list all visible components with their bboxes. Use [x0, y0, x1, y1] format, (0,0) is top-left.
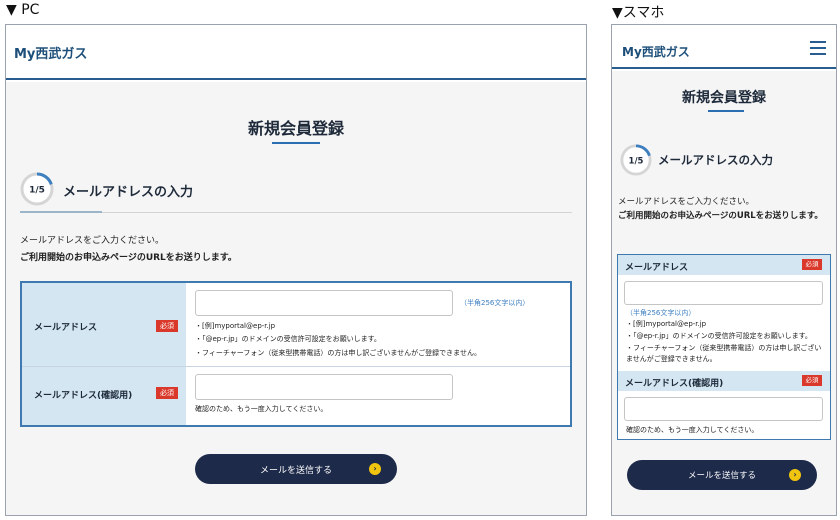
title-underline — [272, 142, 320, 144]
registration-form: メールアドレス 必須 （半角256文字以内） ・[例]myportal@ep-r… — [20, 281, 572, 427]
email-label: メールアドレス — [625, 263, 689, 273]
intro-text: メールアドレスをご入力ください。 ご利用開始のお申込みページのURLをお送りしま… — [618, 195, 832, 223]
site-header: My西武ガス — [612, 25, 836, 69]
required-badge: 必須 — [802, 375, 822, 386]
main-content: 新規会員登録 1/5 メールアドレスの入力 メールアドレスをご入力ください。 ご… — [612, 71, 836, 515]
pc-view-label: ▼ PC — [6, 2, 40, 18]
intro-text: メールアドレスをご入力ください。 ご利用開始のお申込みページのURLをお送りしま… — [20, 233, 237, 267]
intro-line-2: ご利用開始のお申込みページのURLをお送りします。 — [618, 211, 823, 221]
email-note-featurephone: ・フィーチャーフォン（従来型携帯電話）の方は申し訳ございませんがご登録できません… — [626, 344, 822, 363]
email-length-hint: （半角256文字以内） — [626, 309, 696, 317]
required-badge: 必須 — [802, 259, 822, 270]
required-badge: 必須 — [156, 387, 178, 399]
confirm-email-note: 確認のため、もう一度入力してください。 — [626, 426, 759, 434]
confirm-email-label: メールアドレス(確認用) — [625, 379, 724, 389]
email-note-domain: ・「@ep-r.jp」のドメインの受信許可設定をお願いします。 — [626, 332, 812, 340]
send-mail-button-label: メールを送信する — [259, 466, 332, 476]
email-input[interactable] — [624, 281, 823, 305]
title-underline — [708, 110, 744, 112]
confirm-email-note: 確認のため、もう一度入力してください。 — [195, 405, 328, 413]
pc-frame: My西武ガス 新規会員登録 1/5 メールアドレスの入力 メールアドレスをご入力… — [5, 24, 587, 516]
page-title: 新規会員登録 — [247, 119, 344, 138]
registration-form: メールアドレス 必須 （半角256文字以内） ・[例]myportal@ep-r… — [617, 254, 831, 440]
intro-line-1: メールアドレスをご入力ください。 — [20, 236, 165, 246]
smartphone-frame: My西武ガス 新規会員登録 1/5 メールアドレスの入力 メールアドレスをご入力… — [611, 24, 837, 516]
confirm-label-cell: メールアドレス(確認用) 必須 — [22, 367, 186, 425]
hamburger-menu-icon[interactable] — [810, 41, 826, 55]
send-mail-button[interactable]: メールを送信する › — [627, 460, 817, 490]
send-mail-button[interactable]: メールを送信する › — [195, 454, 397, 484]
email-note-example: ・[例]myportal@ep-r.jp — [195, 322, 276, 330]
email-note-example: ・[例]myportal@ep-r.jp — [626, 320, 707, 328]
brand-logo[interactable]: My西武ガス — [622, 43, 690, 60]
confirm-label-bar: メールアドレス(確認用) 必須 — [618, 371, 830, 391]
section-divider — [20, 212, 572, 213]
email-label: メールアドレス — [34, 323, 98, 333]
arrow-right-icon: › — [369, 463, 381, 475]
email-row: メールアドレス 必須 （半角256文字以内） ・[例]myportal@ep-r… — [22, 283, 570, 367]
smartphone-view-label: ▼スマホ — [612, 5, 665, 21]
step-progress-ring: 1/5 — [620, 144, 652, 176]
email-input[interactable] — [195, 290, 453, 316]
email-length-hint: （半角256文字以内） — [460, 299, 530, 307]
step-indicator: 1/5 — [29, 186, 45, 196]
email-label-cell: メールアドレス 必須 — [22, 283, 186, 366]
section-divider-accent — [20, 211, 102, 213]
confirm-email-input[interactable] — [624, 397, 823, 421]
step-progress-ring: 1/5 — [20, 172, 54, 206]
confirm-email-input[interactable] — [195, 374, 453, 400]
email-label-bar: メールアドレス 必須 — [618, 255, 830, 275]
step-title: メールアドレスの入力 — [63, 185, 194, 200]
site-header: My西武ガス — [6, 25, 586, 80]
intro-line-1: メールアドレスをご入力ください。 — [618, 197, 755, 207]
email-note-featurephone: ・フィーチャーフォン（従来型携帯電話）の方は申し訳ございませんがご登録できません… — [195, 349, 481, 357]
confirm-email-row: メールアドレス(確認用) 必須 確認のため、もう一度入力してください。 — [22, 367, 570, 425]
main-content: 新規会員登録 1/5 メールアドレスの入力 メールアドレスをご入力ください。 ご… — [6, 82, 586, 515]
step-title: メールアドレスの入力 — [658, 153, 773, 167]
email-note-domain: ・「@ep-r.jp」のドメインの受信許可設定をお願いします。 — [195, 335, 381, 343]
brand-logo[interactable]: My西武ガス — [14, 43, 87, 62]
confirm-email-label: メールアドレス(確認用) — [34, 391, 133, 401]
required-badge: 必須 — [156, 320, 178, 332]
intro-line-2: ご利用開始のお申込みページのURLをお送りします。 — [20, 253, 237, 263]
page-title: 新規会員登録 — [682, 90, 766, 106]
step-indicator: 1/5 — [629, 155, 644, 165]
arrow-right-icon: › — [789, 469, 801, 481]
